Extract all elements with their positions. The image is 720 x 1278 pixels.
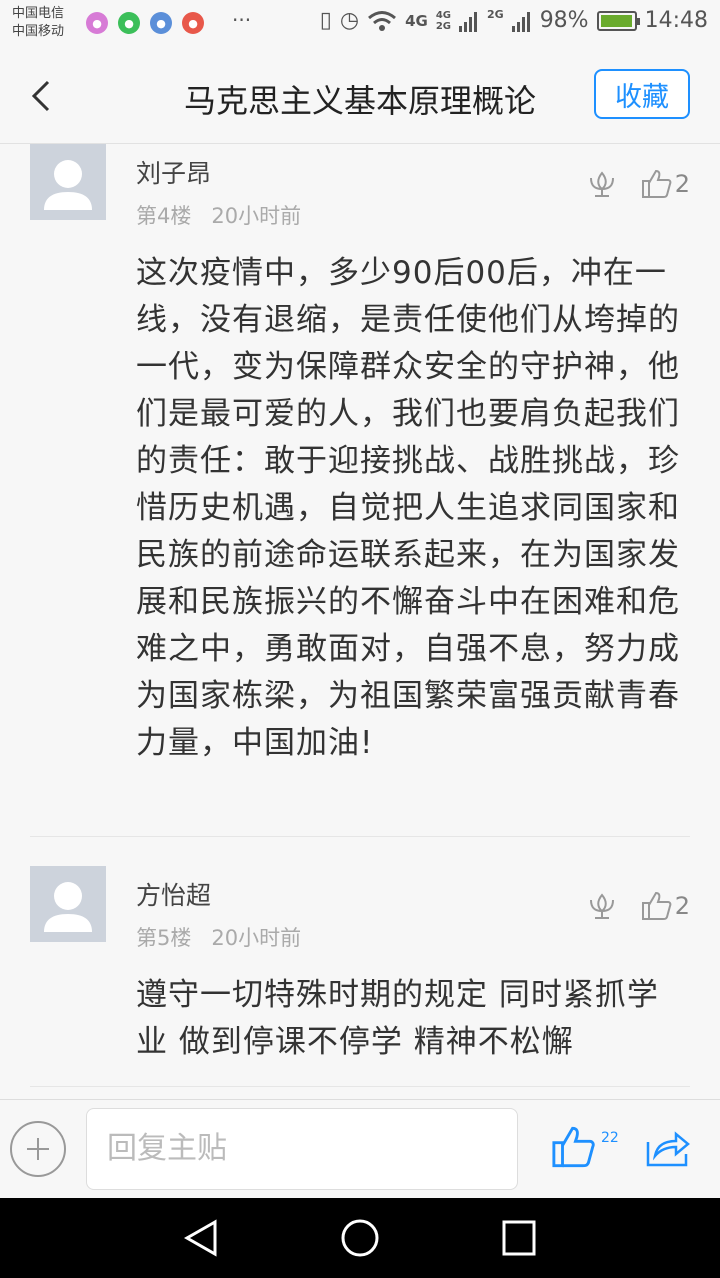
carrier-labels: 中国电信 中国移动 (12, 5, 64, 41)
add-attachment-button[interactable] (10, 1121, 66, 1177)
floor-number: 第5楼 (136, 926, 192, 950)
top-navbar: 马克思主义基本原理概论 收藏 (0, 48, 720, 144)
avatar[interactable] (30, 144, 106, 220)
divider (30, 836, 690, 837)
carrier-1: 中国电信 (12, 6, 65, 21)
like-button[interactable]: 2 (641, 890, 690, 922)
thumbs-up-icon (641, 891, 672, 920)
like-count: 2 (674, 892, 690, 920)
like-thread-button[interactable] (551, 1124, 597, 1174)
weibo-icon: ● (182, 12, 204, 34)
page-title: 马克思主义基本原理概论 (183, 82, 536, 120)
comment-feed[interactable]: 刘子昂 第4楼 20小时前 2 这次疫情中，多少90后00后，冲在一线，没有退缩，… (0, 144, 720, 1099)
like-count: 2 (674, 170, 690, 198)
vibrate-icon: ▯ (319, 8, 332, 33)
back-button[interactable] (22, 76, 62, 116)
battery-percent: 98% (539, 8, 589, 33)
carrier-2: 中国移动 (12, 24, 65, 39)
battery-icon (596, 10, 640, 31)
thumbs-up-icon (552, 1126, 595, 1168)
clock: 14:48 (644, 8, 708, 33)
post-meta: 第5楼 20小时前 (136, 922, 301, 952)
post-time: 20小时前 (211, 926, 302, 950)
network-4g2g-label: 4G 2G (436, 10, 451, 32)
status-bar: 中国电信 中国移动 ● ● ● ● ··· ▯ ◷ 4G 4G 2G 2G 98%… (0, 0, 720, 48)
avatar[interactable] (30, 866, 106, 942)
author-name[interactable]: 刘子昂 (136, 154, 211, 190)
network-2g-label: 2G (487, 8, 504, 21)
like-button[interactable]: 2 (641, 168, 690, 200)
network-4g-label: 4G (405, 11, 428, 30)
share-icon (646, 1131, 690, 1167)
alarm-icon: ◷ (339, 8, 360, 33)
divider (30, 1086, 690, 1087)
notification-icons: ● ● ● ● (86, 12, 204, 34)
post-actions: 2 (585, 168, 690, 200)
nav-home-icon[interactable] (340, 1218, 380, 1258)
favorite-button[interactable]: 收藏 (594, 69, 690, 119)
reply-bar: 回复主贴 22 (0, 1099, 720, 1198)
nav-recents-icon[interactable] (501, 1218, 537, 1258)
back-arrow-icon (31, 80, 50, 112)
thumbs-up-icon (641, 169, 672, 198)
more-notifications-icon: ··· (232, 8, 252, 32)
post-actions: 2 (585, 890, 690, 922)
comment-content: 这次疫情中，多少90后00后，冲在一线，没有退缩，是责任使他们从垮掉的一代，变为… (136, 255, 680, 761)
network-4g2g-bottom: 2G (435, 20, 451, 32)
nav-back-icon[interactable] (183, 1218, 219, 1258)
wechat-icon: ● (118, 12, 140, 34)
floor-number: 第4楼 (136, 204, 192, 228)
share-button[interactable] (645, 1128, 691, 1172)
reply-input[interactable]: 回复主贴 (86, 1108, 518, 1190)
post-meta: 第4楼 20小时前 (136, 200, 301, 230)
signal-icon (459, 11, 477, 32)
system-navigation-bar (0, 1198, 720, 1278)
app-notification-icon: ● (86, 12, 108, 34)
network-4g2g-top: 4G (435, 9, 451, 21)
flower-icon[interactable] (585, 169, 619, 199)
comment-content: 遵守一切特殊时期的规定 同时紧抓学业 做到停课不停学 精神不松懈 (136, 977, 659, 1060)
plus-icon (27, 1138, 49, 1160)
signal-icon (511, 11, 530, 32)
flower-icon[interactable] (585, 891, 619, 921)
thread-like-count: 22 (601, 1130, 619, 1146)
app-notification-icon: ● (150, 12, 172, 34)
battery-level (600, 14, 632, 27)
status-indicators: ▯ ◷ 4G 4G 2G 2G 98% 14:48 (320, 8, 708, 33)
author-name[interactable]: 方怡超 (136, 876, 211, 912)
wifi-icon (368, 10, 397, 31)
post-time: 20小时前 (211, 204, 302, 228)
